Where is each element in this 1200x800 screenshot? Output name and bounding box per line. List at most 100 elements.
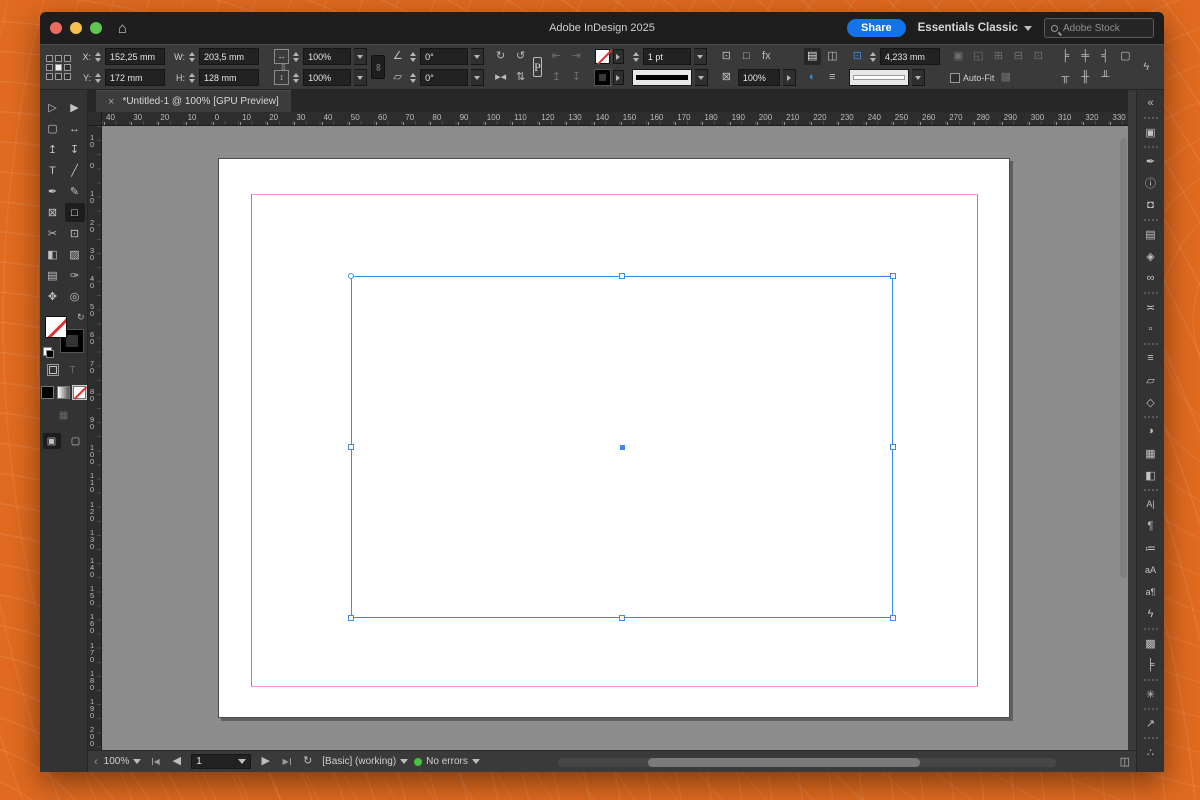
corner-options-icon[interactable]: ⊡ [718,48,735,65]
fill-swatch-arrow[interactable] [612,49,624,64]
rectangle-tool[interactable]: □ [64,203,85,222]
object-states-panel-icon[interactable]: ▱ [1140,370,1162,390]
zoom-window-button[interactable] [90,22,102,34]
close-tab-icon[interactable]: × [108,96,114,108]
drop-shadow-icon[interactable]: ◐ [804,69,821,86]
stroke-style-arrow[interactable] [694,69,708,86]
free-transform-tool[interactable]: ⊡ [65,224,85,243]
frame-handle-bottom-middle[interactable] [619,615,625,621]
adobe-express-panel-icon[interactable]: ∴ [1140,742,1162,762]
apply-none-button[interactable] [72,385,87,400]
stroke-style-dropdown[interactable] [631,69,692,86]
pencil-tool[interactable]: ✎ [65,182,85,201]
flip-vertical-icon[interactable]: ⇅ [512,69,529,86]
scale-x-field[interactable]: 100% [303,48,352,65]
x-stepper[interactable] [94,51,102,62]
vertical-ruler[interactable]: 10 0 10 20 30 40 50 60 70 80 90 100 110 120 130 140 150 1… [88,126,102,750]
frame-handle-top-left[interactable] [348,273,354,279]
fill-swatch-none[interactable] [594,49,610,64]
distribute-space-v-icon[interactable]: ⇥ [568,48,585,65]
close-window-button[interactable] [50,22,62,34]
page-number-box[interactable]: 1 [191,754,252,769]
zoom-level-control[interactable]: 100% [104,756,142,767]
fill-frame-proportionally-icon[interactable]: ▣ [950,48,967,65]
collapse-panels-icon[interactable]: « [1140,93,1162,113]
frame-center-point[interactable] [619,444,625,450]
x-field[interactable]: 152,25 mm [105,48,165,65]
fit-content-to-frame-icon[interactable]: ⊟ [1010,48,1027,65]
comments-panel-icon[interactable]: ◘ [1140,195,1162,215]
align-center-quick-icon[interactable]: ≡ [824,69,841,86]
document-tab[interactable]: × *Untitled-1 @ 100% [GPU Preview] [96,90,291,112]
wrap-offset-icon[interactable]: ⊡ [849,48,866,65]
center-content-icon[interactable]: ⊡ [1030,48,1047,65]
selected-frame[interactable] [348,273,896,621]
stroke-type-arrow[interactable] [911,69,925,86]
home-icon[interactable]: ⌂ [118,20,127,37]
opacity-arrow[interactable] [782,69,796,86]
rotation-dropdown[interactable] [471,48,485,65]
line-tool[interactable]: ╱ [65,161,85,180]
pages-panel-icon[interactable]: ▣ [1140,122,1162,142]
search-input[interactable] [1063,22,1143,34]
object-styles-panel-icon[interactable]: ▩ [1140,633,1162,653]
gradient-panel-icon[interactable]: ◧ [1140,465,1162,485]
settings-gear-icon[interactable]: ✳ [1161,52,1165,64]
fit-content-proportionally-icon[interactable]: ◱ [970,48,987,65]
type-tool[interactable]: T [43,161,63,180]
rotate-90-cw-icon[interactable]: ↻ [492,48,509,65]
wrap-offset-stepper[interactable] [869,51,877,62]
reference-point-proxy[interactable] [46,54,71,80]
gpu-performance-icon[interactable]: ϟ [1138,59,1155,76]
content-collector-tool[interactable]: ↥ [43,140,63,159]
scale-x-dropdown[interactable] [354,48,368,65]
preflight-menu-icon[interactable]: ↻ [299,753,316,770]
stock-search[interactable] [1044,18,1154,38]
vertical-scrollbar[interactable] [1120,138,1127,578]
character-panel-icon[interactable]: A| [1140,494,1162,514]
content-grabber-icon[interactable]: ▩ [997,69,1014,86]
distribute-bottom-icon[interactable]: ↧ [568,69,585,86]
stroke-type-dropdown[interactable] [848,69,909,86]
text-frame-options-panel-icon[interactable]: ≡ [1140,348,1162,368]
pathfinder-panel-icon[interactable]: ◇ [1140,392,1162,412]
selection-tool[interactable]: ▷ [43,98,63,117]
fit-frame-to-content-icon[interactable]: ⊞ [990,48,1007,65]
pen-tool[interactable]: ✒ [43,182,63,201]
frame-handle-bottom-right[interactable] [890,615,896,621]
swap-fill-stroke-icon[interactable]: ↻ [77,312,85,323]
select-container-indicator[interactable]: P [533,57,542,77]
preflight-profile[interactable]: [Basic] (working) [322,756,409,767]
hand-tool[interactable]: ✥ [43,287,63,306]
frame-tool[interactable]: ⊠ [43,203,63,222]
quick-apply-panel-icon[interactable]: ϟ [1140,604,1162,624]
constrain-scale-link-button[interactable]: ∞ [371,55,386,79]
h-field[interactable]: 128 mm [199,69,259,86]
horizontal-scrollbar[interactable] [558,758,1056,767]
frame-handle-middle-right[interactable] [890,444,896,450]
export-panel-icon[interactable]: ↗ [1140,713,1162,733]
y-field[interactable]: 172 mm [105,69,165,86]
stroke-swatch[interactable] [593,69,611,86]
shear-stepper[interactable] [409,72,417,83]
layers-panel-icon[interactable]: ◈ [1140,246,1162,266]
effects-fx-icon[interactable]: fx [758,48,775,65]
align-middle-icon[interactable]: ╫ [1077,69,1094,86]
frame-handle-top-right[interactable] [890,273,896,279]
scale-y-dropdown[interactable] [354,69,368,86]
y-stepper[interactable] [94,72,102,83]
constrain-wh-chain-icon[interactable]: ∞ [245,63,289,70]
align-top-icon[interactable]: ╥ [1057,69,1074,86]
stroke-panel-icon[interactable]: ≍ [1140,297,1162,317]
last-page-icon[interactable]: ▶ [278,753,295,770]
first-page-icon[interactable]: ◀ [147,753,164,770]
stroke-weight-stepper[interactable] [632,51,640,62]
next-page-icon[interactable]: ▶ [257,753,274,770]
zoom-tool[interactable]: ◎ [65,287,85,306]
scale-y-stepper[interactable] [292,72,300,83]
stroke-weight-field[interactable]: 1 pt [642,48,691,65]
ruler-origin-corner[interactable] [88,112,102,126]
wrap-around-bounding-box-icon[interactable]: ◫ [824,48,841,65]
effects-panel-icon[interactable]: ✳ [1140,684,1162,704]
scale-x-stepper[interactable] [292,51,300,62]
